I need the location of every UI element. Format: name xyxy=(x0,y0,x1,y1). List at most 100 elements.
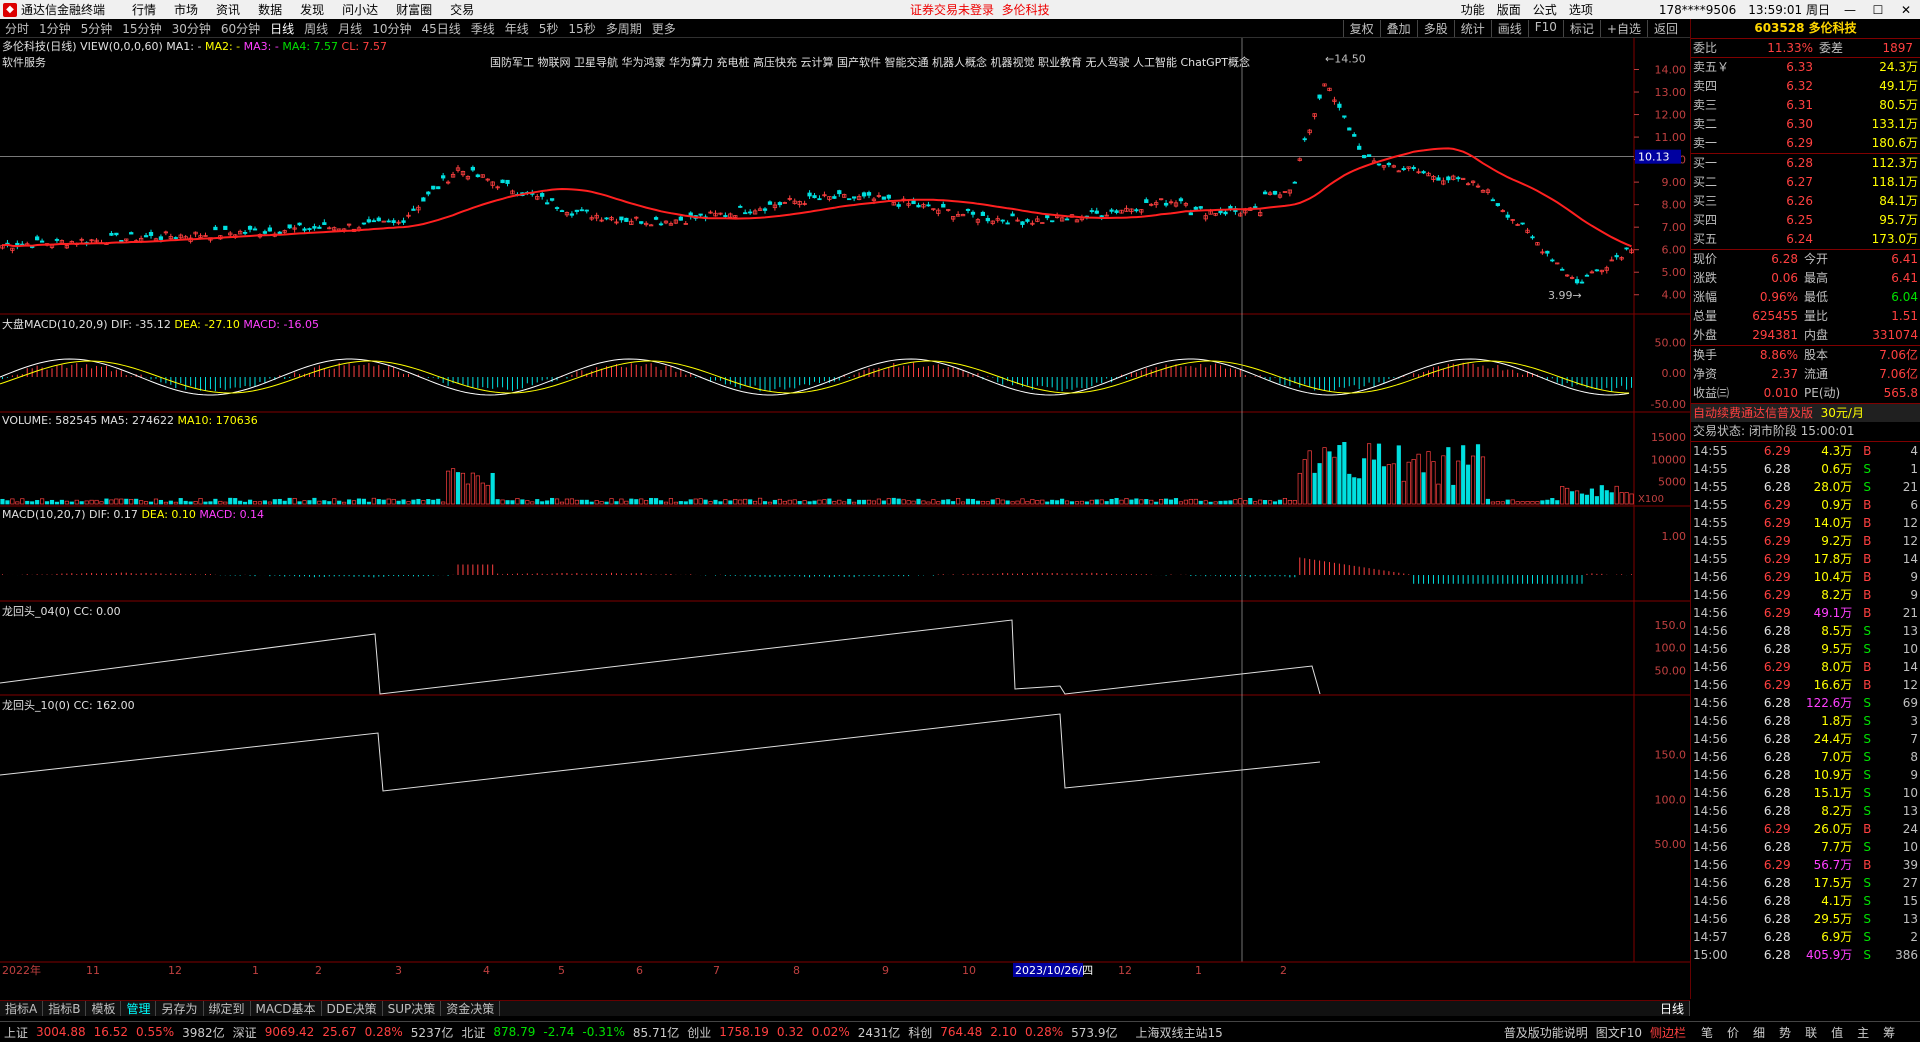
volume-bar xyxy=(1570,491,1575,505)
period-tab-16[interactable]: 更多 xyxy=(647,20,681,37)
maximize-icon[interactable]: ☐ xyxy=(1864,3,1892,17)
menu-item-trade[interactable]: 交易 xyxy=(441,1,483,18)
rp-tab-5[interactable]: 值 xyxy=(1824,1024,1850,1041)
indicator-tab-3[interactable]: 管理 xyxy=(121,1001,157,1017)
chart-tool-7[interactable]: +自选 xyxy=(1599,19,1647,37)
ask-row[interactable]: 卖五￥ 6.33 24.3万 xyxy=(1691,58,1920,77)
chart-tool-0[interactable]: 复权 xyxy=(1342,19,1380,37)
menu-formula[interactable]: 公式 xyxy=(1527,1,1563,18)
period-tab-7[interactable]: 周线 xyxy=(299,20,333,37)
indicator-tab-6[interactable]: MACD基本 xyxy=(251,1001,322,1017)
volume-bar xyxy=(411,499,416,505)
menu-item-ask[interactable]: 问小达 xyxy=(333,1,387,18)
index-name[interactable]: 上证 xyxy=(0,1024,32,1041)
index-name[interactable]: 北证 xyxy=(457,1024,489,1041)
ask-row[interactable]: 卖二 6.30 133.1万 xyxy=(1691,115,1920,134)
candle-body xyxy=(297,222,302,226)
rp-tab-1[interactable]: 价 xyxy=(1720,1024,1746,1041)
candle-body xyxy=(1396,170,1401,173)
period-tab-9[interactable]: 10分钟 xyxy=(367,20,416,37)
period-tab-14[interactable]: 15秒 xyxy=(563,20,600,37)
indicator-tab-9[interactable]: 资金决策 xyxy=(441,1001,501,1017)
indicator-tab-5[interactable]: 绑定到 xyxy=(204,1001,251,1017)
menu-item-market[interactable]: 市场 xyxy=(165,1,207,18)
indicator-tab-1[interactable]: 指标B xyxy=(43,1001,87,1017)
indicator-tab-0[interactable]: 指标A xyxy=(0,1001,44,1017)
candle-body xyxy=(475,174,480,178)
promo-row[interactable]: 自动续费通达信普及版 30元/月 xyxy=(1691,403,1920,422)
period-tab-2[interactable]: 5分钟 xyxy=(76,20,118,37)
ask-row[interactable]: 卖三 6.31 80.5万 xyxy=(1691,96,1920,115)
indicator-tab-4[interactable]: 另存为 xyxy=(156,1001,204,1017)
period-tab-3[interactable]: 15分钟 xyxy=(117,20,166,37)
chart-tool-1[interactable]: 叠加 xyxy=(1379,19,1417,37)
candle-body xyxy=(1109,209,1114,212)
chart-area[interactable]: 14.0013.0012.0011.0010.009.008.007.006.0… xyxy=(0,38,1690,1000)
tick-count: 386 xyxy=(1895,948,1919,962)
minimize-icon[interactable]: — xyxy=(1836,3,1864,17)
tick-price: 6.29 xyxy=(1763,660,1791,674)
menu-item-data[interactable]: 数据 xyxy=(249,1,291,18)
account-label[interactable]: 178****9506 xyxy=(1599,3,1742,17)
period-tab-6[interactable]: 日线 xyxy=(265,20,299,37)
tick-row: 14:56 6.29 10.4万 B 9 xyxy=(1691,568,1920,586)
rp-tab-4[interactable]: 联 xyxy=(1798,1024,1824,1041)
rp-tab-0[interactable]: 笔 xyxy=(1694,1024,1720,1041)
server-label[interactable]: 上海双线主站15 xyxy=(1131,1024,1226,1041)
tick-price: 6.28 xyxy=(1763,948,1791,962)
tick-volume: 28.0万 xyxy=(1813,480,1853,494)
period-label[interactable]: 日线 xyxy=(1655,1001,1690,1017)
rp-tab-3[interactable]: 势 xyxy=(1772,1024,1798,1041)
tick-row: 14:55 6.29 9.2万 B 12 xyxy=(1691,532,1920,550)
indicator-tab-2[interactable]: 模板 xyxy=(86,1001,122,1017)
f10-link[interactable]: 图文F10 xyxy=(1592,1024,1646,1041)
chart-tool-4[interactable]: 画线 xyxy=(1490,19,1528,37)
period-tab-10[interactable]: 45日线 xyxy=(416,20,465,37)
candle-body xyxy=(376,217,381,222)
close-icon[interactable]: ✕ xyxy=(1892,3,1920,17)
menu-function[interactable]: 功能 xyxy=(1455,1,1491,18)
indicator-tab-7[interactable]: DDE决策 xyxy=(322,1001,383,1017)
chart-tool-3[interactable]: 统计 xyxy=(1453,19,1491,37)
chart-tool-6[interactable]: 标记 xyxy=(1562,19,1600,37)
bid-row[interactable]: 买一 6.28 112.3万 xyxy=(1691,154,1920,173)
volume-bar xyxy=(1312,472,1317,505)
bid-row[interactable]: 买五 6.24 173.0万 xyxy=(1691,230,1920,249)
chart-tool-2[interactable]: 多股 xyxy=(1416,19,1454,37)
rp-tab-2[interactable]: 细 xyxy=(1746,1024,1772,1041)
menu-item-discover[interactable]: 发现 xyxy=(291,1,333,18)
index-name[interactable]: 深证 xyxy=(229,1024,261,1041)
ask-row[interactable]: 卖一 6.29 180.6万 xyxy=(1691,134,1920,153)
bid-row[interactable]: 买三 6.26 84.1万 xyxy=(1691,192,1920,211)
menu-layout[interactable]: 版面 xyxy=(1491,1,1527,18)
period-tab-15[interactable]: 多周期 xyxy=(601,20,647,37)
help-link[interactable]: 普及版功能说明 xyxy=(1500,1024,1592,1041)
period-tab-0[interactable]: 分时 xyxy=(0,20,34,37)
period-tab-12[interactable]: 年线 xyxy=(500,20,534,37)
bid-row[interactable]: 买二 6.27 118.1万 xyxy=(1691,173,1920,192)
bid-row[interactable]: 买四 6.25 95.7万 xyxy=(1691,211,1920,230)
period-tab-8[interactable]: 月线 xyxy=(333,20,367,37)
chart-tool-8[interactable]: 返回 xyxy=(1646,19,1684,37)
sidebar-toggle[interactable]: 侧边栏 xyxy=(1646,1024,1690,1041)
rp-tab-6[interactable]: 主 xyxy=(1850,1024,1876,1041)
chart-tool-5[interactable]: F10 xyxy=(1527,19,1563,37)
menu-item-news[interactable]: 资讯 xyxy=(207,1,249,18)
period-tab-1[interactable]: 1分钟 xyxy=(34,20,76,37)
menu-item-quotes[interactable]: 行情 xyxy=(123,1,165,18)
period-tab-5[interactable]: 60分钟 xyxy=(216,20,265,37)
rp-tab-7[interactable]: 筹 xyxy=(1876,1024,1902,1041)
indicator-tab-8[interactable]: SUP决策 xyxy=(383,1001,442,1017)
candle-body xyxy=(837,190,842,195)
index-name[interactable]: 创业 xyxy=(683,1024,715,1041)
period-tab-4[interactable]: 30分钟 xyxy=(167,20,216,37)
period-tab-11[interactable]: 季线 xyxy=(466,20,500,37)
index-name[interactable]: 科创 xyxy=(904,1024,936,1041)
menu-options[interactable]: 选项 xyxy=(1563,1,1599,18)
menu-item-wealth[interactable]: 财富圈 xyxy=(387,1,441,18)
period-tab-13[interactable]: 5秒 xyxy=(534,20,564,37)
tick-volume: 8.2万 xyxy=(1821,804,1853,818)
tick-list[interactable]: 14:55 6.29 4.3万 B 4 14:55 6.28 0.6万 S 1 14:55 6.28 2… xyxy=(1691,441,1920,964)
login-warning[interactable]: 证券交易未登录 多伦科技 xyxy=(910,1,1050,18)
ask-row[interactable]: 卖四 6.32 49.1万 xyxy=(1691,77,1920,96)
